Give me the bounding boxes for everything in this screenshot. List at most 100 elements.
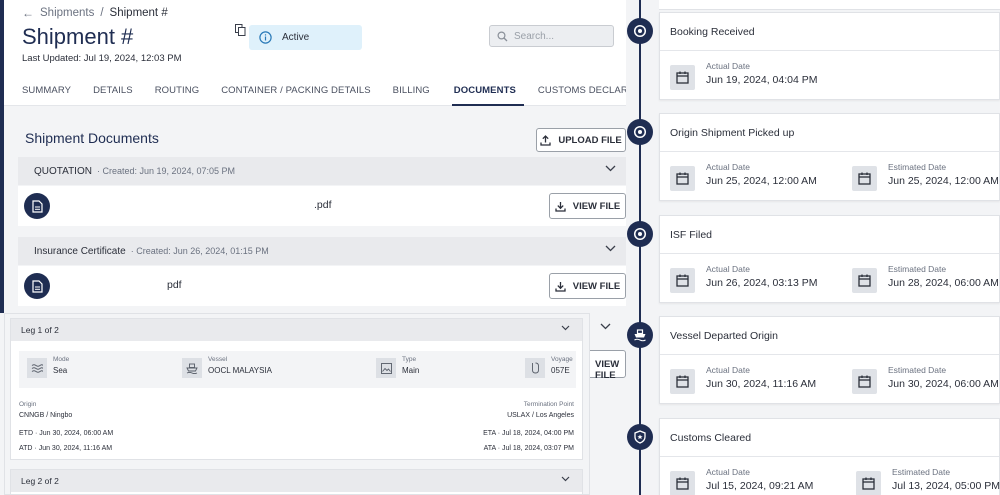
document-group-header[interactable]: Insurance Certificate · Created: Jun 26,… [18,237,626,265]
view-file-button[interactable]: VIEW FILE [549,193,626,219]
tab-details[interactable]: DETAILS [93,76,133,106]
view-file-label: VIEW FILE [595,359,620,381]
milestone-timeline: Booking Received Actual Date Jun 19, 2024… [626,0,1000,495]
documents-section-title: Shipment Documents [25,130,159,146]
chevron-down-icon[interactable] [600,323,611,330]
actual-date-label: Actual Date [706,264,750,274]
estimated-date-label: Estimated Date [888,162,947,172]
tab-customs-declaration[interactable]: CUSTOMS DECLARATION [538,76,626,106]
actual-date-value: Jun 19, 2024, 04:04 PM [706,74,818,86]
voyage-value: 057E [551,366,570,375]
timeline-card-partial [659,0,1000,10]
waves-icon [27,358,47,378]
calendar-icon [856,471,881,495]
status-badge: Active [249,25,362,50]
calendar-icon [670,65,695,90]
breadcrumb-shipments-link[interactable]: Shipments [40,7,94,19]
calendar-icon [852,166,877,191]
calendar-icon [852,268,877,293]
estimated-date-label: Estimated Date [888,365,947,375]
leg-info-strip: Mode Sea Vessel OOCL MALAYSIA Type Main [19,351,576,388]
tab-documents[interactable]: DOCUMENTS [451,76,524,106]
etd-value: ETD · Jun 30, 2024, 06:00 AM [19,430,114,437]
document-name: QUOTATION [34,165,92,177]
calendar-icon [670,166,695,191]
actual-date-field: Actual Date Jun 19, 2024, 04:04 PM [670,61,818,90]
estimated-date-field: Estimated Date Jun 28, 2024, 06:00 AM [852,264,999,293]
milestone-dates: Actual Date Jun 19, 2024, 04:04 PM [660,51,999,99]
search-icon [497,30,508,42]
view-file-button[interactable]: VIEW FILE [549,273,626,299]
download-icon [555,281,566,292]
tab-bar: SUMMARY DETAILS ROUTING CONTAINER / PACK… [22,76,626,106]
copy-icon[interactable] [235,24,246,36]
estimated-date-value: Jul 13, 2024, 05:00 PM [892,480,1000,492]
calendar-icon [852,369,877,394]
actual-date-label: Actual Date [706,467,750,477]
leg-header[interactable]: Leg 1 of 2 [11,319,582,341]
last-updated-text: Last Updated: Jul 19, 2024, 12:03 PM [22,53,182,64]
atd-value: ATD · Jun 30, 2024, 11:16 AM [19,445,113,452]
milestone-dates: Actual Date Jul 15, 2024, 09:21 AM Estima… [660,457,1000,495]
tab-container-packing[interactable]: CONTAINER / PACKING DETAILS [221,76,370,106]
back-arrow-icon[interactable]: ← [22,6,34,20]
milestone-title: Booking Received [660,13,999,51]
search-input[interactable]: Search... [489,25,614,47]
calendar-icon [670,369,695,394]
file-name: .pdf [314,199,332,211]
vessel-field: Vessel OOCL MALAYSIA [182,356,272,378]
actual-date-field: Actual Date Jul 15, 2024, 09:21 AM [670,467,813,495]
badge-icon [627,424,653,450]
tab-summary[interactable]: SUMMARY [22,76,71,106]
estimated-date-field: Estimated Date Jun 25, 2024, 12:00 AM [852,162,999,191]
actual-date-value: Jul 15, 2024, 09:21 AM [706,480,814,492]
upload-icon [540,134,551,146]
leg-title: Leg 1 of 2 [21,325,59,335]
search-placeholder: Search... [514,30,555,42]
actual-date-label: Actual Date [706,365,750,375]
actual-date-field: Actual Date Jun 26, 2024, 03:13 PM [670,264,818,293]
milestone-title: Vessel Departed Origin [660,317,999,355]
estimated-date-label: Estimated Date [892,467,951,477]
eta-value: ETA · Jul 18, 2024, 04:00 PM [483,430,574,437]
document-group-header[interactable]: QUOTATION · Created: Jun 19, 2024, 07:05… [18,157,626,185]
file-icon [24,273,50,299]
estimated-date-value: Jun 28, 2024, 06:00 AM [888,277,999,289]
document-created-date: Created: Jun 26, 2024, 01:15 PM [136,246,269,256]
tab-billing[interactable]: BILLING [393,76,430,106]
shipment-panel: ← Shipments / Shipment # Shipment # Last… [0,0,626,495]
estimated-date-field: Estimated Date Jul 13, 2024, 05:00 PM [856,467,1000,495]
leg-title: Leg 2 of 2 [21,476,59,486]
tab-routing[interactable]: ROUTING [155,76,200,106]
milestone-card: Origin Shipment Picked up Actual Date Jun… [659,113,1000,201]
breadcrumb-current: Shipment # [109,7,168,19]
chevron-down-icon[interactable] [561,325,570,331]
info-icon [259,31,272,44]
chevron-down-icon[interactable] [605,245,616,252]
milestone-dates: Actual Date Jun 26, 2024, 03:13 PM Estima… [660,254,999,302]
upload-file-button[interactable]: UPLOAD FILE [536,128,626,152]
chevron-down-icon[interactable] [561,476,570,482]
milestone-card: ISF Filed Actual Date Jun 26, 2024, 03:13… [659,215,1000,303]
voyage-label: Voyage [551,356,573,363]
type-label: Type [402,356,417,363]
view-file-label: VIEW FILE [572,200,621,212]
breadcrumb: ← Shipments / Shipment # [22,6,168,20]
target-icon [627,221,653,247]
milestone-title: ISF Filed [660,216,999,254]
route-icon [525,358,545,378]
calendar-icon [670,268,695,293]
vessel-value: OOCL MALAYSIA [208,366,273,375]
actual-date-value: Jun 25, 2024, 12:00 AM [706,175,817,187]
termination-value: USLAX / Los Angeles [507,412,574,419]
vessel-label: Vessel [208,356,228,363]
upload-file-label: UPLOAD FILE [558,134,622,146]
download-icon [555,201,566,212]
leg-header[interactable]: Leg 2 of 2 [11,470,582,492]
type-field: Type Main [376,356,419,378]
chevron-down-icon[interactable] [605,165,616,172]
milestone-card: Customs Cleared Actual Date Jul 15, 2024,… [659,418,1000,495]
actual-date-field: Actual Date Jun 30, 2024, 11:16 AM [670,365,816,394]
file-name: pdf [167,279,182,291]
image-icon [376,358,396,378]
